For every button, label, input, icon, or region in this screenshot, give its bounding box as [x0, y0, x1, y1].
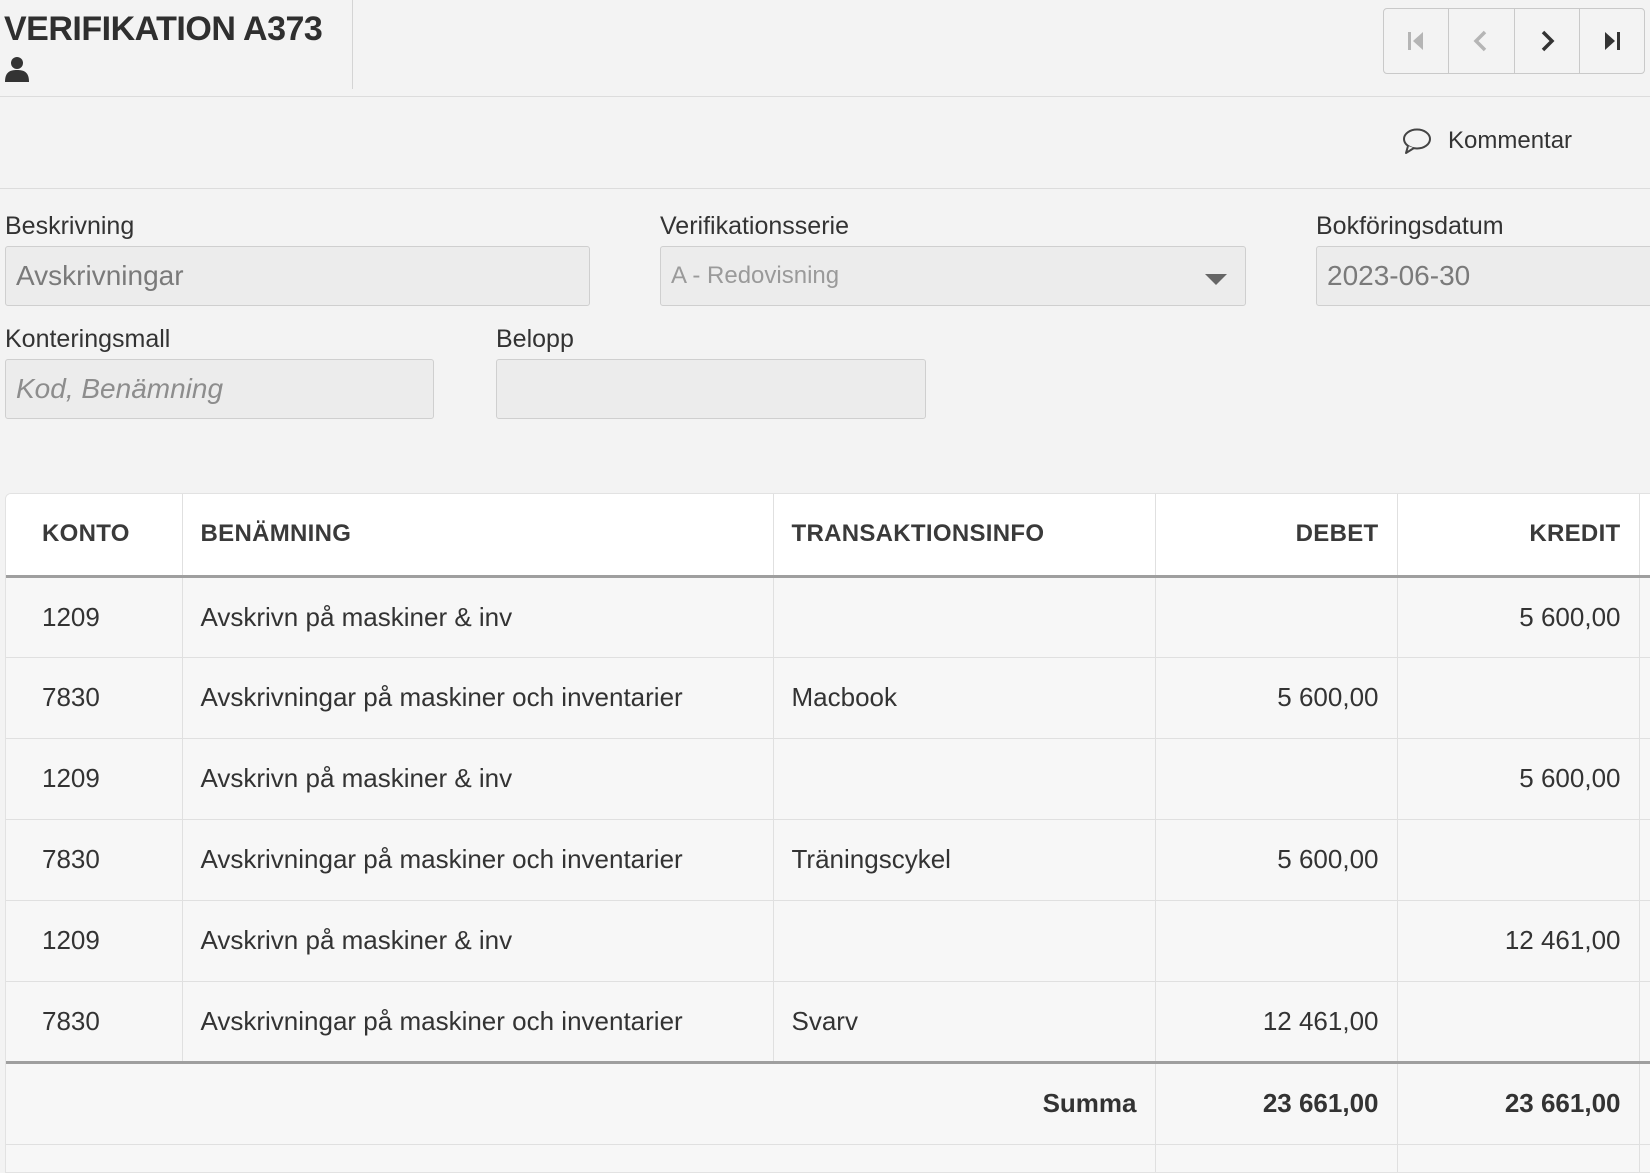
cell-debet: 12 461,00	[1155, 981, 1398, 1063]
verifikationsserie-value: A - Redovisning	[671, 262, 840, 289]
konteringsmall-input[interactable]: Kod, Benämning	[5, 359, 434, 419]
cell-extra	[1639, 576, 1650, 658]
cell-info	[773, 576, 1156, 658]
comment-button[interactable]: Kommentar	[1402, 127, 1572, 155]
summa-kredit: 23 661,00	[1397, 1060, 1640, 1145]
column-header-transaktionsinfo[interactable]: TRANSAKTIONSINFO	[773, 494, 1156, 578]
cell-benamning: Avskrivn på maskiner & inv	[182, 738, 774, 820]
cell-debet: 5 600,00	[1155, 657, 1398, 739]
user-icon	[5, 57, 29, 82]
page-title: VERIFIKATION A373	[4, 10, 323, 48]
cell-benamning: Avskrivn på maskiner & inv	[182, 900, 774, 982]
cell-kredit: 12 461,00	[1397, 900, 1640, 982]
table-row[interactable]: 7830 Avskrivningar på maskiner och inven…	[6, 981, 1650, 1063]
belopp-input[interactable]	[496, 359, 926, 419]
belopp-label: Belopp	[496, 325, 574, 353]
cell-extra	[1639, 657, 1650, 739]
last-page-icon	[1604, 32, 1620, 50]
cell-info: Svarv	[773, 981, 1156, 1063]
summa-debet: 23 661,00	[1155, 1060, 1398, 1145]
first-record-button[interactable]	[1384, 9, 1450, 73]
verifikationsserie-label: Verifikationsserie	[660, 212, 849, 240]
cell-info: Macbook	[773, 657, 1156, 739]
cell-konto: 1209	[6, 738, 183, 820]
empty-row	[6, 1144, 1650, 1172]
cell-kredit: 5 600,00	[1397, 738, 1640, 820]
table-row[interactable]: 7830 Avskrivningar på maskiner och inven…	[6, 819, 1650, 901]
cell-kredit: 5 600,00	[1397, 576, 1640, 658]
title-block: VERIFIKATION A373	[0, 0, 353, 89]
toolbar: Kommentar	[0, 97, 1650, 189]
speech-bubble-icon	[1403, 128, 1431, 154]
cell-kredit	[1397, 819, 1640, 901]
previous-record-button[interactable]	[1449, 9, 1515, 73]
cell-kredit	[1397, 657, 1640, 739]
cell-benamning: Avskrivn på maskiner & inv	[182, 576, 774, 658]
cell-extra	[1639, 900, 1650, 982]
table-row[interactable]: 1209 Avskrivn på maskiner & inv 5 600,00	[6, 738, 1650, 820]
cell-konto: 7830	[6, 657, 183, 739]
first-page-icon	[1408, 32, 1424, 50]
cell-extra	[1639, 738, 1650, 820]
column-header-extra	[1639, 494, 1650, 578]
cell-konto: 1209	[6, 576, 183, 658]
verifikationsserie-select[interactable]: A - Redovisning	[660, 246, 1246, 306]
cell-info	[773, 900, 1156, 982]
cell-debet	[1155, 900, 1398, 982]
column-header-kredit[interactable]: KREDIT	[1397, 494, 1640, 578]
table-header-row: KONTO BENÄMNING TRANSAKTIONSINFO DEBET K…	[6, 494, 1650, 578]
cell-info	[773, 738, 1156, 820]
column-header-debet[interactable]: DEBET	[1155, 494, 1398, 578]
summa-label: Summa	[6, 1060, 1156, 1145]
table-row[interactable]: 7830 Avskrivningar på maskiner och inven…	[6, 657, 1650, 739]
chevron-left-icon	[1473, 30, 1487, 52]
column-header-benamning[interactable]: BENÄMNING	[182, 494, 774, 578]
column-header-konto[interactable]: KONTO	[6, 494, 183, 578]
cell-benamning: Avskrivningar på maskiner och inventarie…	[182, 819, 774, 901]
cell-konto: 7830	[6, 819, 183, 901]
page-header: VERIFIKATION A373	[0, 0, 1650, 97]
bokforingsdatum-label: Bokföringsdatum	[1316, 212, 1504, 240]
cell-debet: 5 600,00	[1155, 819, 1398, 901]
last-record-button[interactable]	[1580, 9, 1644, 73]
beskrivning-label: Beskrivning	[5, 212, 135, 240]
comment-label: Kommentar	[1448, 127, 1573, 154]
next-record-button[interactable]	[1515, 9, 1580, 73]
chevron-right-icon	[1541, 30, 1555, 52]
cell-benamning: Avskrivningar på maskiner och inventarie…	[182, 981, 774, 1063]
record-navigation	[1383, 8, 1645, 74]
cell-kredit	[1397, 981, 1640, 1063]
bokforingsdatum-field[interactable]: 2023-06-30	[1316, 246, 1650, 306]
cell-debet	[1155, 576, 1398, 658]
cell-konto: 7830	[6, 981, 183, 1063]
summary-row: Summa 23 661,00 23 661,00	[6, 1060, 1650, 1145]
cell-debet	[1155, 738, 1398, 820]
konteringsmall-label: Konteringsmall	[5, 325, 171, 353]
transactions-table: KONTO BENÄMNING TRANSAKTIONSINFO DEBET K…	[5, 493, 1650, 1173]
cell-extra	[1639, 1060, 1650, 1145]
cell-extra	[1639, 981, 1650, 1063]
cell-extra	[1639, 819, 1650, 901]
cell-konto: 1209	[6, 900, 183, 982]
beskrivning-field[interactable]: Avskrivningar	[5, 246, 590, 306]
chevron-down-icon	[1205, 274, 1227, 285]
table-row[interactable]: 1209 Avskrivn på maskiner & inv 5 600,00	[6, 576, 1650, 658]
cell-info: Träningscykel	[773, 819, 1156, 901]
table-row[interactable]: 1209 Avskrivn på maskiner & inv 12 461,0…	[6, 900, 1650, 982]
cell-benamning: Avskrivningar på maskiner och inventarie…	[182, 657, 774, 739]
